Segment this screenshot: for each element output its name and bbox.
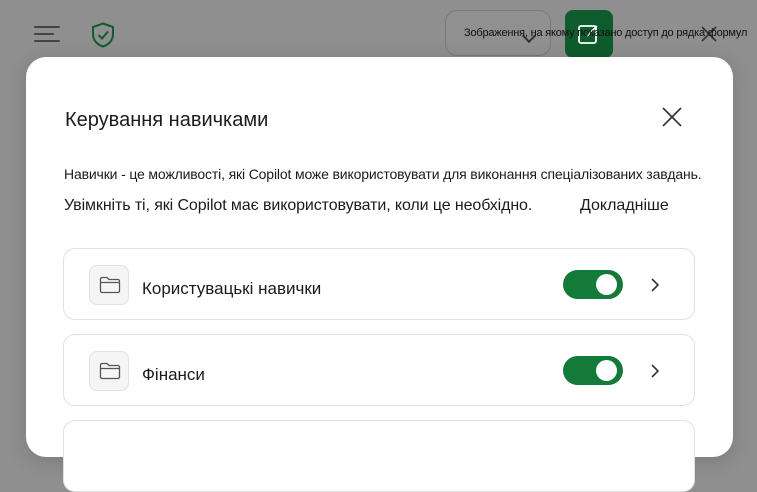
- folder-icon: [99, 362, 121, 380]
- skill-toggle[interactable]: [563, 270, 623, 299]
- folder-tile: [89, 351, 129, 391]
- hamburger-menu-icon[interactable]: [34, 24, 60, 44]
- skill-label: Фінанси: [142, 365, 205, 384]
- close-icon[interactable]: [660, 105, 684, 129]
- toggle-knob: [596, 360, 617, 381]
- dialog-description: Навички - це можливості, які Copilot мож…: [64, 166, 702, 182]
- chevron-right-icon[interactable]: [648, 276, 662, 294]
- skill-label: Користувацькі навички: [142, 279, 322, 298]
- dialog-instruction: Увімкніть ті, які Copilot має використов…: [64, 197, 533, 214]
- skill-card-custom[interactable]: Користувацькі навички: [63, 248, 695, 320]
- chevron-right-icon[interactable]: [648, 362, 662, 380]
- image-tooltip: Зображення, на якому показано доступ до …: [464, 27, 748, 39]
- shield-check-icon: [92, 22, 114, 48]
- dialog-title: Керування навичками: [65, 109, 269, 131]
- skill-card-partial[interactable]: [63, 420, 695, 492]
- toggle-knob: [596, 274, 617, 295]
- skill-card-finance[interactable]: Фінанси: [63, 334, 695, 406]
- manage-skills-dialog: Керування навичками Навички - це можливо…: [26, 57, 733, 492]
- folder-icon: [99, 276, 121, 294]
- folder-tile: [89, 265, 129, 305]
- skill-toggle[interactable]: [563, 356, 623, 385]
- learn-more-link[interactable]: Докладніше: [580, 197, 669, 215]
